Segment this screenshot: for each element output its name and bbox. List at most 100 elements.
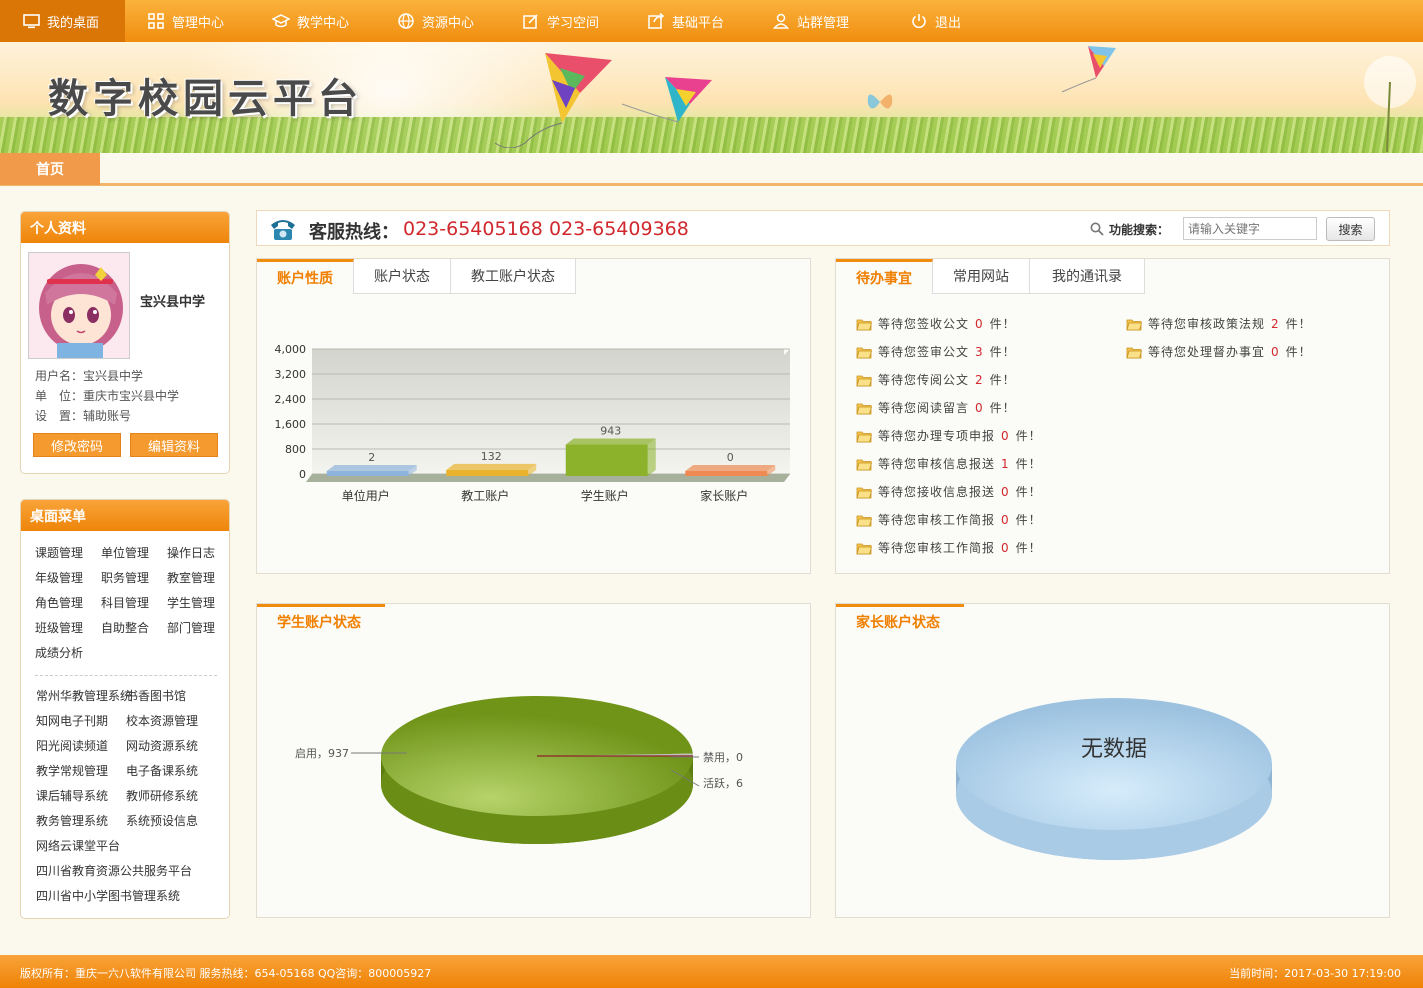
nav-label: 站群管理 xyxy=(797,15,850,31)
menu-item[interactable]: 科目管理 xyxy=(101,594,167,611)
menu-item[interactable]: 操作日志 xyxy=(167,544,227,561)
menu-item[interactable]: 学生管理 xyxy=(167,594,227,611)
avatar xyxy=(28,252,130,359)
system-link[interactable]: 系统预设信息 xyxy=(126,812,229,829)
todo-text: 等待您接收信息报送 xyxy=(878,485,996,499)
system-link[interactable]: 校本资源管理 xyxy=(126,712,229,729)
copyright-text: 版权所有：重庆一六八软件有限公司 服务热线：654-05168 QQ咨询：800… xyxy=(20,967,432,980)
search-button[interactable]: 搜索 xyxy=(1326,217,1375,241)
x-category-label: 单位用户 xyxy=(342,488,390,503)
pie-label: 启用，937 xyxy=(295,747,349,760)
menu-item[interactable]: 单位管理 xyxy=(101,544,167,561)
nav-label: 教学中心 xyxy=(297,15,350,31)
todo-item[interactable]: 等待您处理督办事宜 0 件！ xyxy=(1126,343,1312,360)
hotline-bar: 客服热线： 023-65405168 023-65409368 功能搜索： 搜索 xyxy=(256,210,1390,246)
edit-profile-button[interactable]: 编辑资料 xyxy=(130,433,218,457)
system-link[interactable]: 教务管理系统 xyxy=(36,812,126,829)
todo-item[interactable]: 等待您阅读留言 0 件！ xyxy=(856,399,1016,416)
system-link[interactable]: 网络云课堂平台 xyxy=(36,837,229,854)
search-input[interactable] xyxy=(1183,217,1317,240)
todo-unit: 件！ xyxy=(989,401,1016,415)
user-icon xyxy=(772,12,790,30)
breadcrumb-home[interactable]: 首页 xyxy=(0,153,100,185)
system-link[interactable]: 书香图书馆 xyxy=(126,687,229,704)
todo-text: 等待您办理专项申报 xyxy=(878,429,996,443)
todo-item[interactable]: 等待您办理专项申报 0 件！ xyxy=(856,427,1042,444)
todo-unit: 件！ xyxy=(1015,429,1042,443)
nav-teaching[interactable]: 教学中心 xyxy=(250,0,375,42)
menu-item[interactable]: 班级管理 xyxy=(35,619,101,636)
menu-item[interactable]: 教室管理 xyxy=(167,569,227,586)
todo-item[interactable]: 等待您接收信息报送 0 件！ xyxy=(856,483,1042,500)
folder-icon xyxy=(856,459,872,470)
tab-account-status[interactable]: 账户状态 xyxy=(354,259,451,294)
menu-item[interactable]: 自助整合 xyxy=(101,619,167,636)
hotline-label: 客服热线： xyxy=(309,222,399,243)
menu-item[interactable]: 职务管理 xyxy=(101,569,167,586)
kite-icon xyxy=(621,77,712,123)
todo-item[interactable]: 等待您签审公文 3 件！ xyxy=(856,343,1016,360)
tab-staff-account-status[interactable]: 教工账户状态 xyxy=(451,259,576,294)
todo-item[interactable]: 等待您签收公文 0 件！ xyxy=(856,315,1016,332)
menu-item[interactable]: 年级管理 xyxy=(35,569,101,586)
todo-text: 等待您处理督办事宜 xyxy=(1148,345,1266,359)
todo-text: 等待您审核政策法规 xyxy=(1148,317,1266,331)
nav-resources[interactable]: 资源中心 xyxy=(375,0,500,42)
hotline-phone-1: 023-65405168 xyxy=(403,218,543,240)
nav-site-group[interactable]: 站群管理 xyxy=(750,0,875,42)
todo-item[interactable]: 等待您审核信息报送 1 件！ xyxy=(856,455,1042,472)
system-link[interactable]: 课后辅导系统 xyxy=(36,787,126,804)
system-link[interactable]: 四川省教育资源公共服务平台 xyxy=(36,862,229,879)
system-link[interactable]: 四川省中小学图书管理系统 xyxy=(36,887,229,904)
school-name: 宝兴县中学 xyxy=(140,295,206,310)
nav-label: 资源中心 xyxy=(422,15,475,31)
hotline-phone-2: 023-65409368 xyxy=(549,218,689,240)
menu-grid: 课题管理 单位管理 操作日志 年级管理 职务管理 教室管理 角色管理 科目管理 … xyxy=(35,544,225,661)
todo-unit: 件！ xyxy=(989,373,1016,387)
todo-item[interactable]: 等待您审核工作简报 0 件！ xyxy=(856,539,1042,556)
todo-item[interactable]: 等待您审核工作简报 0 件！ xyxy=(856,511,1042,528)
account-bar-chart: 4,000 3,200 2,400 1,600 800 0 2 单位用户 132 教工账户 943 学… xyxy=(275,343,790,503)
todo-text: 等待您阅读留言 xyxy=(878,401,970,415)
pie-label: 禁用，0 xyxy=(703,751,743,764)
system-link[interactable]: 知网电子刊期 xyxy=(36,712,126,729)
todo-item[interactable]: 等待您传阅公文 2 件！ xyxy=(856,371,1016,388)
todo-count: 2 xyxy=(975,372,984,387)
monitor-icon xyxy=(22,12,40,30)
nav-base-platform[interactable]: 基础平台 xyxy=(625,0,750,42)
tab-contacts[interactable]: 我的通讯录 xyxy=(1030,259,1145,294)
todo-box: 待办事宜 常用网站 我的通讯录 等待您签收公文 0 件！ 等待您签审公文 3 件！ 等待您传… xyxy=(835,258,1390,574)
tab-todo[interactable]: 待办事宜 xyxy=(836,259,933,294)
menu-item[interactable]: 成绩分析 xyxy=(35,644,101,661)
nav-logout[interactable]: 退出 xyxy=(875,0,1000,42)
globe-icon xyxy=(397,12,415,30)
kite-icon xyxy=(1061,46,1116,93)
menu-item[interactable]: 角色管理 xyxy=(35,594,101,611)
y-tick-label: 800 xyxy=(285,443,306,456)
desktop-menu-header: 桌面菜单 xyxy=(21,500,229,531)
kite-icon xyxy=(494,53,612,148)
todo-count: 2 xyxy=(1271,316,1280,331)
menu-item[interactable]: 课题管理 xyxy=(35,544,101,561)
change-password-button[interactable]: 修改密码 xyxy=(33,433,121,457)
folder-icon xyxy=(856,515,872,526)
todo-count: 0 xyxy=(1271,344,1280,359)
tab-common-sites[interactable]: 常用网站 xyxy=(933,259,1030,294)
system-link[interactable]: 电子备课系统 xyxy=(126,762,229,779)
power-icon xyxy=(910,12,928,30)
system-link[interactable]: 阳光阅读频道 xyxy=(36,737,126,754)
todo-count: 0 xyxy=(1001,484,1010,499)
tab-account-type[interactable]: 账户性质 xyxy=(257,259,354,294)
nav-my-desktop[interactable]: 我的桌面 xyxy=(0,0,125,42)
todo-tabs: 待办事宜 常用网站 我的通讯录 xyxy=(836,259,1145,294)
parent-empty-pie: 无数据 xyxy=(956,698,1272,860)
system-link[interactable]: 常州华教管理系统 xyxy=(36,687,132,704)
system-link[interactable]: 教学常规管理 xyxy=(36,762,126,779)
system-link[interactable]: 网动资源系统 xyxy=(126,737,229,754)
todo-unit: 件！ xyxy=(1285,345,1312,359)
todo-item[interactable]: 等待您审核政策法规 2 件！ xyxy=(1126,315,1312,332)
nav-management[interactable]: 管理中心 xyxy=(125,0,250,42)
system-link[interactable]: 教师研修系统 xyxy=(126,787,229,804)
menu-item[interactable]: 部门管理 xyxy=(167,619,227,636)
nav-learning-space[interactable]: 学习空间 xyxy=(500,0,625,42)
